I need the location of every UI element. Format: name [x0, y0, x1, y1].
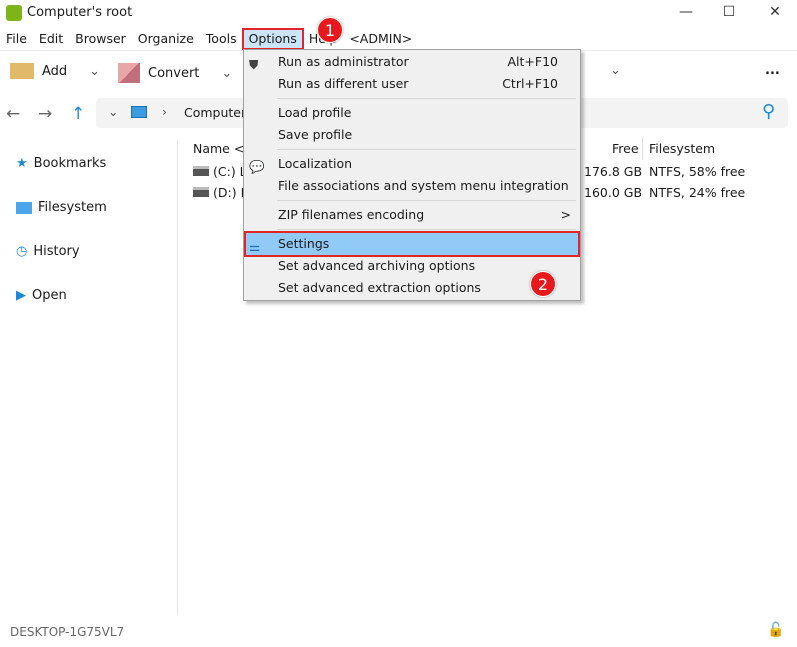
- chevron-down-icon: ⌄: [221, 65, 233, 81]
- free-cell: 160.0 GB: [584, 185, 643, 200]
- column-divider[interactable]: [642, 138, 643, 160]
- chevron-down-icon[interactable]: ⌄: [108, 104, 118, 119]
- menu-bar: File Edit Browser Organize Tools Options…: [0, 27, 797, 50]
- add-button[interactable]: Add ⌄: [10, 63, 100, 79]
- options-menu: ⛊ Run as administrator Alt+F10 Run as diff…: [243, 49, 581, 301]
- shield-icon: ⛊: [249, 57, 259, 72]
- folder-icon: [16, 201, 32, 214]
- forward-button[interactable]: →: [38, 104, 52, 124]
- free-cell: 176.8 GB: [584, 164, 643, 179]
- window-title: Computer's root: [27, 5, 133, 20]
- chevron-right-icon: >: [560, 207, 571, 222]
- menu-browser[interactable]: Browser: [69, 29, 132, 49]
- chevron-right-icon: ›: [162, 104, 167, 119]
- menu-edit[interactable]: Edit: [33, 29, 69, 49]
- convert-icon: [118, 63, 140, 83]
- star-icon: ★: [16, 156, 28, 171]
- menu-item-save-profile[interactable]: Save profile: [245, 124, 579, 146]
- status-computer-name: DESKTOP-1G75VL7: [10, 625, 125, 639]
- menu-item-file-associations[interactable]: File associations and system menu integr…: [245, 175, 579, 197]
- menu-item-advanced-archiving[interactable]: Set advanced archiving options: [245, 255, 579, 277]
- convert-button[interactable]: Convert ⌄: [118, 63, 232, 83]
- more-button[interactable]: ...: [765, 63, 780, 78]
- column-header-free[interactable]: Free: [612, 141, 639, 156]
- menu-item-run-as-admin[interactable]: ⛊ Run as administrator Alt+F10: [245, 51, 579, 73]
- menu-item-load-profile[interactable]: Load profile: [245, 102, 579, 124]
- menu-admin[interactable]: <ADMIN>: [343, 29, 418, 49]
- column-header-name[interactable]: Name <: [193, 141, 244, 156]
- play-icon: ▶: [16, 288, 26, 303]
- up-button[interactable]: ↑: [71, 104, 85, 124]
- menu-options[interactable]: Options: [241, 27, 304, 50]
- minimize-button[interactable]: —: [676, 4, 696, 20]
- annotation-badge-1: 1: [317, 17, 343, 43]
- menu-item-advanced-extraction[interactable]: Set advanced extraction options: [245, 277, 579, 299]
- menu-item-zip-encoding[interactable]: ZIP filenames encoding >: [245, 204, 579, 226]
- title-bar: Computer's root — ☐ ✕: [0, 0, 797, 27]
- menu-separator: [277, 200, 576, 201]
- drive-icon: [193, 187, 209, 197]
- table-row[interactable]: (D:) L: [193, 185, 248, 200]
- sidebar: ★ Bookmarks Filesystem ◷ History ▶ Open: [0, 140, 178, 615]
- close-button[interactable]: ✕: [765, 4, 785, 20]
- filesystem-cell: NTFS, 24% free: [649, 185, 746, 200]
- sidebar-item-history[interactable]: ◷ History: [16, 244, 80, 259]
- box-icon: [10, 63, 34, 79]
- sliders-icon: ⚌: [249, 239, 261, 254]
- sidebar-item-bookmarks[interactable]: ★ Bookmarks: [16, 156, 106, 171]
- sidebar-item-open[interactable]: ▶ Open: [16, 288, 67, 303]
- drive-icon: [193, 166, 209, 176]
- computer-icon: [131, 106, 147, 118]
- clock-icon: ◷: [16, 244, 28, 259]
- menu-item-localization[interactable]: 💬 Localization: [245, 153, 579, 175]
- column-header-filesystem[interactable]: Filesystem: [649, 141, 715, 156]
- menu-separator: [277, 149, 576, 150]
- menu-item-settings[interactable]: ⚌ Settings: [244, 231, 580, 257]
- menu-tools[interactable]: Tools: [200, 29, 243, 49]
- chevron-down-icon: ⌄: [89, 63, 101, 79]
- chevron-down-icon[interactable]: ⌄: [610, 63, 621, 78]
- filesystem-cell: NTFS, 58% free: [649, 164, 746, 179]
- search-icon[interactable]: ⚲: [762, 101, 775, 122]
- maximize-button[interactable]: ☐: [719, 4, 739, 20]
- menu-organize[interactable]: Organize: [132, 29, 200, 49]
- sidebar-item-filesystem[interactable]: Filesystem: [16, 200, 107, 215]
- menu-file[interactable]: File: [0, 29, 33, 49]
- menu-separator: [277, 229, 576, 230]
- unlock-icon[interactable]: 🔓: [767, 622, 784, 638]
- menu-item-run-as-different-user[interactable]: Run as different user Ctrl+F10: [245, 73, 579, 95]
- chat-bubbles-icon: 💬: [249, 159, 265, 174]
- menu-separator: [277, 98, 576, 99]
- annotation-badge-2: 2: [530, 271, 556, 297]
- breadcrumb[interactable]: Computer: [184, 105, 246, 120]
- table-row[interactable]: (C:) L: [193, 164, 247, 179]
- back-button[interactable]: ←: [6, 104, 20, 124]
- app-logo-icon: [6, 5, 22, 21]
